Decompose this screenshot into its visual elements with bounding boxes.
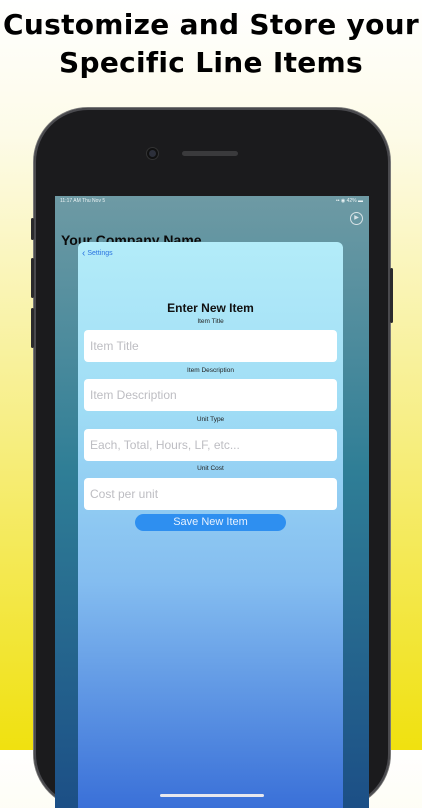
power-button bbox=[390, 268, 393, 323]
save-new-item-button[interactable]: Save New Item bbox=[135, 514, 286, 531]
item-title-label: Item Title bbox=[197, 318, 224, 325]
back-label: Settings bbox=[87, 250, 113, 257]
status-time: 11:17 AM Thu Nov 5 bbox=[60, 198, 106, 204]
marketing-headline: Customize and Store your Specific Line I… bbox=[0, 6, 422, 82]
new-item-sheet: ‹ Settings Enter New Item Item Title Ite… bbox=[78, 242, 343, 808]
headline-line-2: Specific Line Items bbox=[59, 46, 363, 79]
camera-icon bbox=[147, 148, 158, 159]
speaker-grille bbox=[182, 151, 238, 156]
unit-cost-label: Unit Cost bbox=[197, 465, 224, 472]
status-indicators: •• ◉ 42% ▬ bbox=[335, 198, 363, 204]
status-bar: 11:17 AM Thu Nov 5 •• ◉ 42% ▬ bbox=[55, 196, 369, 206]
mute-switch bbox=[31, 218, 34, 240]
item-description-label: Item Description bbox=[187, 367, 234, 374]
volume-up-button bbox=[31, 258, 34, 298]
back-button[interactable]: ‹ Settings bbox=[82, 248, 113, 259]
device-screen: 11:17 AM Thu Nov 5 •• ◉ 42% ▬ Your Compa… bbox=[55, 196, 369, 808]
home-indicator[interactable] bbox=[160, 794, 264, 797]
chevron-left-icon: ‹ bbox=[82, 248, 86, 259]
unit-type-label: Unit Type bbox=[196, 416, 225, 423]
unit-cost-input[interactable] bbox=[84, 478, 337, 510]
headline-line-1: Customize and Store your bbox=[3, 8, 419, 41]
play-circle-icon[interactable]: ▶ bbox=[350, 212, 363, 225]
item-description-input[interactable] bbox=[84, 379, 337, 411]
phone-frame: 11:17 AM Thu Nov 5 •• ◉ 42% ▬ Your Compa… bbox=[31, 108, 393, 808]
volume-down-button bbox=[31, 308, 34, 348]
sheet-title: Enter New Item bbox=[167, 301, 254, 315]
item-title-input[interactable] bbox=[84, 330, 337, 362]
unit-type-input[interactable] bbox=[84, 429, 337, 461]
